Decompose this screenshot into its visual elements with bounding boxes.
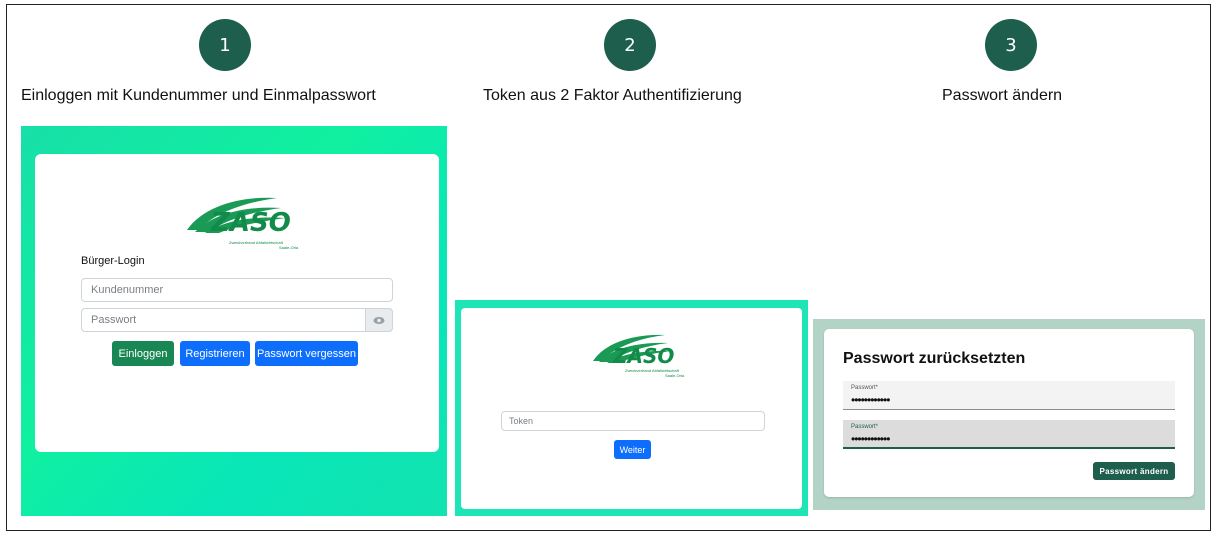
next-button[interactable]: Weiter [614,440,651,459]
zaso-logo-2: ZASO Zweckverband Abfallwirtschaft Saale… [591,332,685,382]
confirm-password-field[interactable]: Passwort* •••••••••••• [843,420,1175,449]
eye-icon [373,316,385,324]
confirm-password-label: Passwort* [851,424,879,430]
step-3-title: Passwort ändern [942,87,1063,104]
new-password-field[interactable]: Passwort* •••••••••••• [843,381,1175,410]
step-2-title: Token aus 2 Faktor Authentifizierung [483,87,742,104]
logo-text: ZASO [211,208,291,238]
login-card: ZASO Zweckverband Abfallwirtschaft Saale… [35,154,439,452]
logo-text: ZASO [613,344,675,368]
step-1-circle: 1 [199,19,251,71]
logo-subtitle: Zweckverband Abfallwirtschaft [229,240,283,245]
new-password-label: Passwort* [851,385,879,391]
change-password-button[interactable]: Passwort ändern [1093,462,1175,480]
step-2-circle: 2 [604,19,656,71]
logo-subtitle-2: Saale-Orla [665,373,685,378]
password-input[interactable]: Passwort [81,308,366,332]
confirm-password-value: •••••••••••• [851,432,890,446]
zaso-logo: ZASO Zweckverband Abfallwirtschaft Saale… [185,194,299,256]
show-password-button[interactable] [366,308,393,332]
token-screenshot: ZASO Zweckverband Abfallwirtschaft Saale… [455,300,808,516]
step-1-title: Einloggen mit Kundenummer und Einmalpass… [21,87,376,104]
reset-title: Passwort zurücksetzten [843,350,1026,367]
new-password-value: •••••••••••• [851,393,890,407]
token-card: ZASO Zweckverband Abfallwirtschaft Saale… [461,308,802,509]
token-input[interactable]: Token [501,411,765,431]
login-heading: Bürger-Login [81,255,145,267]
login-screenshot: ZASO Zweckverband Abfallwirtschaft Saale… [21,126,447,516]
login-button[interactable]: Einloggen [112,341,174,366]
logo-subtitle-2: Saale-Orla [279,245,299,250]
forgot-password-button[interactable]: Passwort vergessen [255,341,358,366]
customer-number-input[interactable]: Kundenummer [81,278,393,302]
reset-card: Passwort zurücksetzten Passwort* •••••••… [824,329,1194,497]
reset-password-screenshot: Passwort zurücksetzten Passwort* •••••••… [813,319,1205,510]
register-button[interactable]: Registrieren [180,341,250,366]
step-3-circle: 3 [985,19,1037,71]
